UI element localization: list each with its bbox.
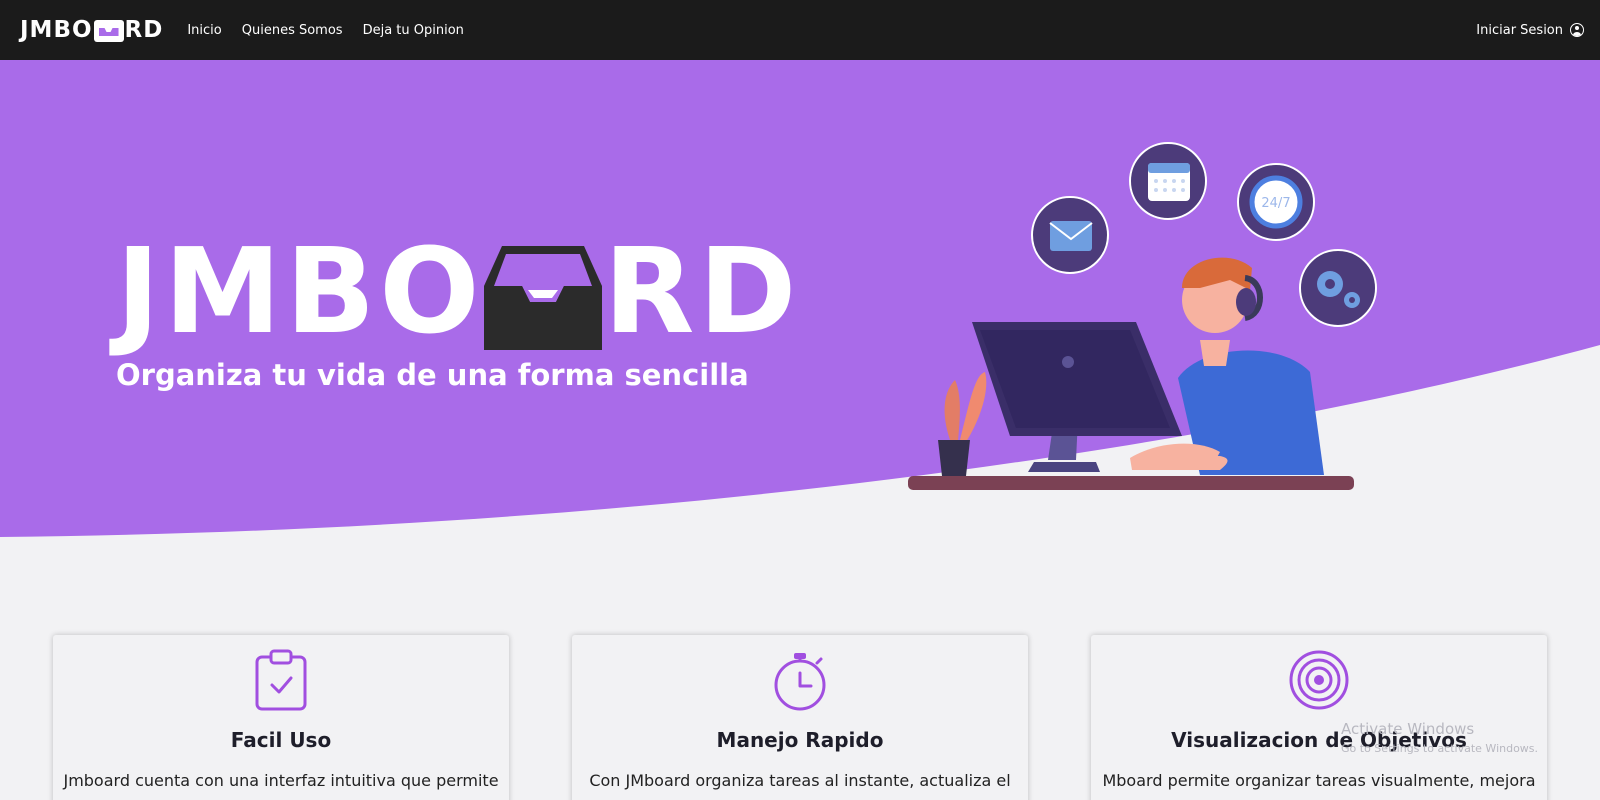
person-figure	[1130, 257, 1324, 475]
feature-text: Mboard permite organizar tareas visualme…	[1102, 771, 1536, 790]
feature-title: Facil Uso	[230, 728, 332, 752]
plant-pot	[938, 372, 987, 476]
feature-text: Jmboard cuenta con una interfaz intuitiv…	[63, 771, 499, 790]
brand-logo-text-start: JMBO	[20, 17, 93, 43]
feature-card-manejo-rapido: Manejo Rapido Con JMboard organiza tarea…	[572, 635, 1028, 800]
mail-bubble-icon	[1031, 196, 1109, 274]
hero-logo-text-start: JMBO	[116, 222, 484, 360]
target-icon	[1289, 650, 1349, 710]
inbox-tray-icon	[93, 20, 124, 42]
windows-activation-title: Activate Windows	[1341, 720, 1475, 738]
feature-card-facil-uso: Facil Uso Jmboard cuenta con una interfa…	[53, 635, 509, 800]
login-label: Iniciar Sesion	[1476, 22, 1563, 38]
nav-links: Inicio Quienes Somos Deja tu Opinion	[187, 0, 484, 60]
calendar-bubble-icon	[1129, 142, 1207, 220]
clock-24-7-bubble-icon: 24/7	[1237, 163, 1315, 241]
user-circle-icon	[1570, 23, 1584, 37]
nav-link-quienes-somos[interactable]: Quienes Somos	[242, 23, 343, 38]
feature-title: Manejo Rapido	[716, 728, 884, 752]
hero-logo: JMBO RD	[116, 232, 800, 350]
top-navbar: JMBO RD Inicio Quienes Somos Deja tu Opi…	[0, 0, 1600, 60]
brand-logo[interactable]: JMBO RD	[20, 0, 163, 60]
brand-logo-text-end: RD	[124, 17, 164, 43]
svg-text:24/7: 24/7	[1261, 196, 1290, 211]
feature-card-visualizacion: Visualizacion de Objetivos Mboard permit…	[1091, 635, 1547, 800]
hero-logo-text-end: RD	[603, 222, 801, 360]
person-at-computer-illustration: 24/7	[908, 142, 1377, 490]
clipboard-check-icon	[255, 649, 307, 711]
gears-bubble-icon	[1299, 249, 1377, 327]
stopwatch-icon	[774, 653, 826, 711]
feature-text: Con JMboard organiza tareas al instante,…	[589, 771, 1011, 790]
windows-activation-subtitle: Go to Settings to activate Windows.	[1341, 742, 1539, 755]
login-button[interactable]: Iniciar Sesion	[1476, 0, 1584, 60]
hero-section: JMBO RD Organiza tu vida de una forma se…	[0, 60, 1600, 580]
nav-link-deja-opinion[interactable]: Deja tu Opinion	[363, 23, 464, 38]
inbox-tray-icon	[483, 246, 602, 350]
hero-tagline: Organiza tu vida de una forma sencilla	[116, 358, 749, 392]
nav-link-inicio[interactable]: Inicio	[187, 23, 221, 38]
